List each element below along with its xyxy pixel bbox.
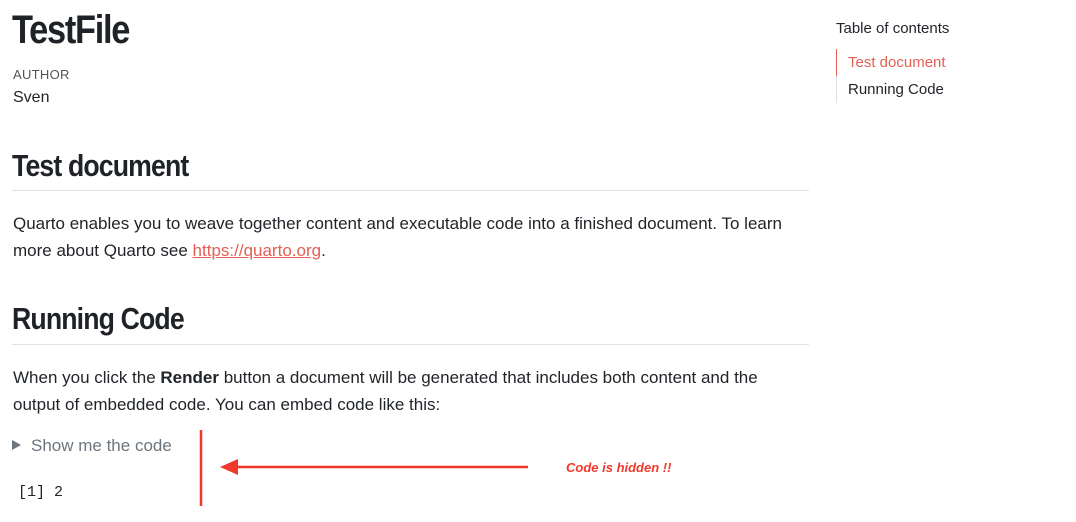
- section-heading-test-document: Test document: [12, 148, 189, 183]
- table-of-contents: Table of contents Test document Running …: [836, 20, 1056, 103]
- page-title: TestFile: [12, 8, 130, 52]
- code-fold-label[interactable]: Show me the code: [31, 436, 172, 455]
- code-fold-summary[interactable]: Show me the code: [12, 436, 172, 456]
- quarto-page: TestFile AUTHOR Sven Test document Quart…: [0, 0, 1076, 522]
- toc-list: Test document Running Code: [836, 49, 1056, 103]
- annotation-arrow-head-icon: [220, 459, 238, 475]
- intro-text-end: .: [321, 241, 326, 260]
- toc-item-running-code[interactable]: Running Code: [836, 76, 1056, 103]
- toc-item-test-document[interactable]: Test document: [836, 49, 1056, 76]
- heading-divider: [12, 190, 809, 191]
- running-code-text: When you click the: [13, 368, 161, 387]
- disclosure-triangle-icon[interactable]: [12, 440, 21, 450]
- render-bold-text: Render: [160, 368, 219, 387]
- toc-title: Table of contents: [836, 20, 950, 37]
- intro-text: Quarto enables you to weave together con…: [13, 214, 782, 260]
- annotation-text: Code is hidden !!: [566, 460, 672, 475]
- author-label: AUTHOR: [13, 67, 70, 82]
- intro-paragraph: Quarto enables you to weave together con…: [13, 210, 809, 264]
- author-name: Sven: [13, 89, 50, 106]
- code-output: [1] 2: [18, 484, 64, 501]
- quarto-link[interactable]: https://quarto.org: [193, 241, 322, 260]
- heading-divider: [12, 344, 809, 345]
- running-code-paragraph: When you click the Render button a docum…: [13, 364, 809, 418]
- section-heading-running-code: Running Code: [12, 301, 185, 336]
